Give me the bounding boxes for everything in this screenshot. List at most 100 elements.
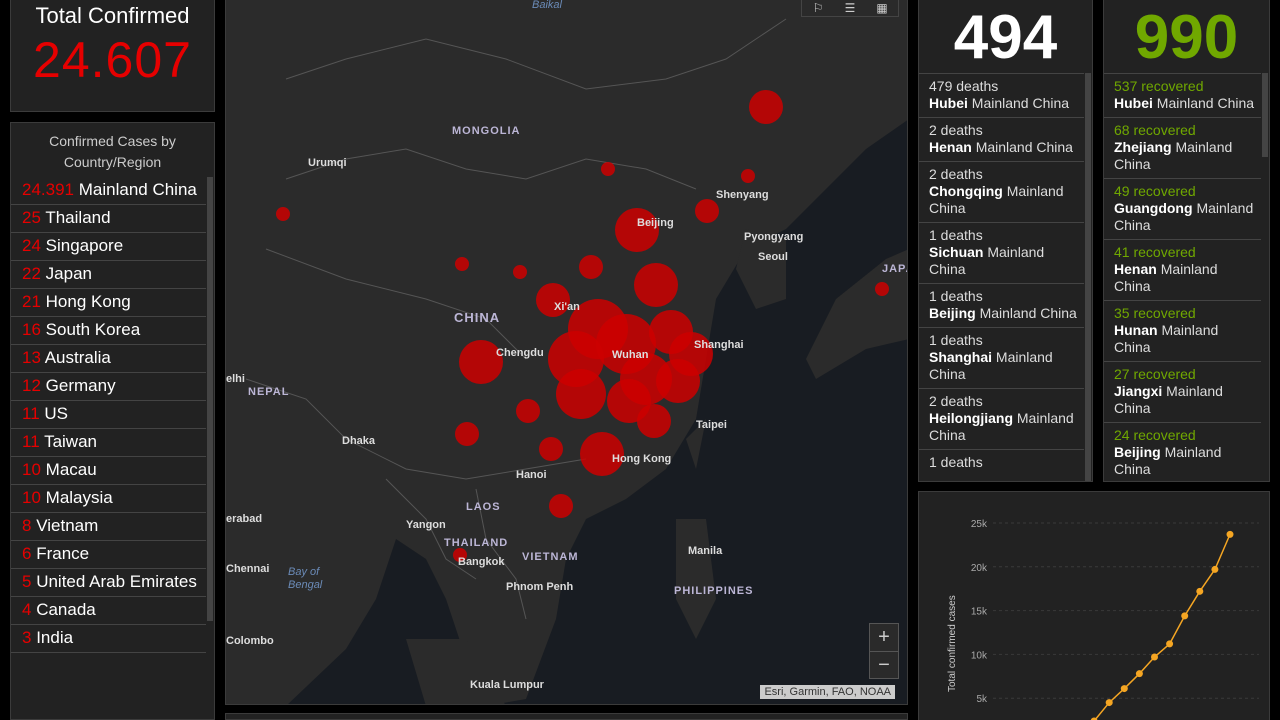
chart-point[interactable]	[1105, 699, 1113, 707]
recovered-item[interactable]: 537 recovered Hubei Mainland China	[1104, 73, 1261, 117]
map-view[interactable]: Baikal MONGOLIA Urumqi CHINA Beijing She…	[225, 0, 908, 705]
deaths-count: 1 deaths	[929, 227, 983, 243]
recovered-total: 990	[1134, 3, 1239, 72]
deaths-count: 2 deaths	[929, 122, 983, 138]
chart-point[interactable]	[1226, 530, 1234, 538]
recovered-item[interactable]: 27 recovered Jiangxi Mainland China	[1104, 361, 1261, 422]
basemap-icon[interactable]: ▦	[866, 0, 898, 16]
country-item[interactable]: 5 United Arab Emirates	[11, 569, 206, 597]
confirmed-cases-chart: Total confirmed cases 5k 10k 15k 20k 25k	[918, 491, 1270, 720]
deaths-place: Beijing	[929, 305, 976, 321]
deaths-item[interactable]: 2 deaths Henan Mainland China	[919, 117, 1084, 161]
map-label-vietnam: VIETNAM	[522, 551, 579, 563]
chart-svg: Total confirmed cases 5k 10k 15k 20k 25k	[947, 519, 1259, 720]
recovered-item[interactable]: 68 recovered Zhejiang Mainland China	[1104, 117, 1261, 178]
deaths-item[interactable]: 2 deaths Heilongjiang Mainland China	[919, 388, 1084, 449]
country-item[interactable]: 11 US	[11, 401, 206, 429]
country-item[interactable]: 3 India	[11, 625, 206, 653]
map-label-nepal: NEPAL	[248, 386, 290, 398]
deaths-list[interactable]: 479 deaths Hubei Mainland China 2 deaths He…	[919, 73, 1084, 476]
deaths-item[interactable]: 479 deaths Hubei Mainland China	[919, 73, 1084, 117]
country-item[interactable]: 12 Germany	[11, 373, 206, 401]
recovered-list[interactable]: 537 recovered Hubei Mainland China 68 reco…	[1104, 73, 1261, 481]
country-item[interactable]: 16 South Korea	[11, 317, 206, 345]
chart-y-tick-label: 25k	[971, 519, 988, 530]
deaths-place: Hubei	[929, 95, 968, 111]
deaths-item[interactable]: 1 deaths Beijing Mainland China	[919, 283, 1084, 327]
recovered-item[interactable]: 49 recovered Guangdong Mainland China	[1104, 178, 1261, 239]
recovered-scrollbar[interactable]	[1262, 73, 1268, 157]
country-list[interactable]: 24.391 Mainland China 25 Thailand 24 Singa…	[11, 177, 206, 653]
country-item[interactable]: 24.391 Mainland China	[11, 177, 206, 205]
deaths-total: 494	[953, 3, 1058, 72]
recovered-count: 24 recovered	[1114, 427, 1196, 443]
map-label-urumqi: Urumqi	[308, 157, 347, 169]
deaths-count: 1 deaths	[929, 332, 983, 348]
chart-point[interactable]	[1120, 685, 1128, 693]
country-item[interactable]: 25 Thailand	[11, 205, 206, 233]
deaths-item[interactable]: 1 deaths Shanghai Mainland China	[919, 327, 1084, 388]
chart-point[interactable]	[1151, 653, 1158, 661]
map-label-bengal: Bengal	[288, 579, 323, 591]
map-attribution[interactable]: Esri, Garmin, FAO, NOAA	[760, 685, 895, 699]
recovered-count: 27 recovered	[1114, 366, 1196, 382]
deaths-count: 479 deaths	[929, 78, 999, 94]
recovered-count: 537 recovered	[1114, 78, 1204, 94]
deaths-place: Shanghai	[929, 349, 993, 365]
country-item[interactable]: 13 Australia	[11, 345, 206, 373]
chart-series-line	[1093, 534, 1231, 720]
recovered-item[interactable]: 41 recovered Henan Mainland China	[1104, 239, 1261, 300]
country-item[interactable]: 24 Singapore	[11, 233, 206, 261]
map-label-manila: Manila	[688, 545, 723, 557]
country-item[interactable]: 11 Taiwan	[11, 429, 206, 457]
country-item[interactable]: 6 France	[11, 541, 206, 569]
map-bottom-panel	[225, 713, 908, 720]
deaths-item[interactable]: 2 deaths Chongqing Mainland China	[919, 161, 1084, 222]
chart-point[interactable]	[1166, 640, 1174, 648]
recovered-item[interactable]: 24 recovered Beijing Mainland China	[1104, 422, 1261, 481]
country-item[interactable]: 4 Canada	[11, 597, 206, 625]
map-label-chennai: Chennai	[226, 563, 270, 575]
deaths-item[interactable]: 1 deaths	[919, 449, 1084, 476]
country-name: Mainland China	[78, 180, 197, 199]
recovered-panel: 990 537 recovered Hubei Mainland China 68 …	[1103, 0, 1270, 482]
zoom-out-button[interactable]: −	[870, 651, 898, 678]
total-confirmed-label: Total Confirmed	[35, 3, 190, 28]
country-count: 22	[22, 264, 41, 283]
deaths-count: 1 deaths	[929, 454, 983, 470]
map-label-hongkong: Hong Kong	[612, 453, 672, 465]
zoom-in-button[interactable]: +	[870, 624, 898, 651]
country-list-scrollbar[interactable]	[207, 177, 213, 621]
legend-icon[interactable]: ☰	[834, 0, 866, 16]
bookmark-icon[interactable]: ⚐	[802, 0, 834, 16]
deaths-scrollbar[interactable]	[1085, 73, 1091, 481]
map-label-colombo: Colombo	[226, 635, 274, 647]
country-count: 25	[22, 208, 41, 227]
map-label-kualalumpur: Kuala Lumpur	[470, 679, 544, 691]
chart-point[interactable]	[1196, 587, 1204, 595]
map-label-chengdu: Chengdu	[496, 347, 544, 359]
country-count: 3	[22, 628, 32, 647]
deaths-region: Mainland China	[979, 305, 1077, 321]
country-name: United Arab Emirates	[36, 572, 197, 591]
country-count: 16	[22, 320, 41, 339]
deaths-item[interactable]: 1 deaths Sichuan Mainland China	[919, 222, 1084, 283]
map-label-baikal: Baikal	[532, 0, 562, 11]
country-item[interactable]: 21 Hong Kong	[11, 289, 206, 317]
chart-point[interactable]	[1211, 565, 1219, 573]
country-item[interactable]: 22 Japan	[11, 261, 206, 289]
country-name: Thailand	[45, 208, 111, 227]
chart-point[interactable]	[1181, 612, 1189, 620]
map-label-japan: JAPA	[882, 263, 907, 275]
country-item[interactable]: 10 Malaysia	[11, 485, 206, 513]
chart-point[interactable]	[1135, 670, 1143, 678]
country-item[interactable]: 10 Macau	[11, 457, 206, 485]
country-name: Canada	[36, 600, 96, 619]
map-label-hanoi: Hanoi	[516, 469, 547, 481]
country-item[interactable]: 8 Vietnam	[11, 513, 206, 541]
country-count: 10	[22, 460, 41, 479]
map-label-hyderabad: erabad	[226, 513, 263, 525]
recovered-place: Beijing	[1114, 444, 1161, 460]
recovered-item[interactable]: 35 recovered Hunan Mainland China	[1104, 300, 1261, 361]
country-list-panel: Confirmed Cases by Country/Region 24.391…	[10, 122, 215, 720]
